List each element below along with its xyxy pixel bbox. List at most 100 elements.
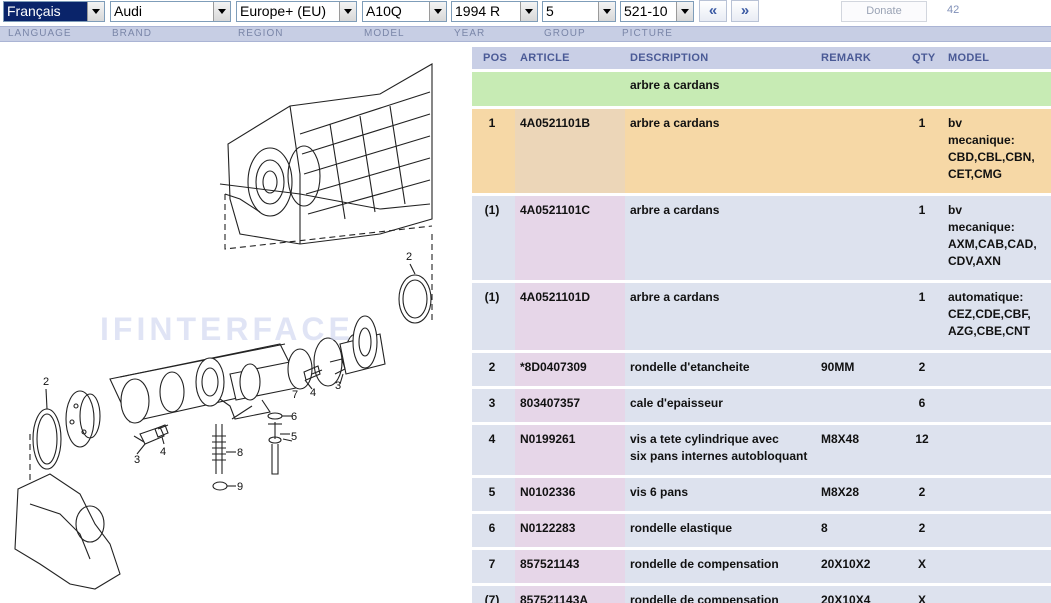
table-row[interactable]: 3 803407357 cale d'epaisseur 6 [472, 389, 1051, 422]
cell-qty: 2 [918, 360, 926, 374]
cell-model-line2: CEZ,CDE,CBF, [948, 307, 1031, 321]
cell-article[interactable]: 857521143 [520, 556, 579, 573]
cell-qty: 1 [918, 116, 926, 130]
callout-2-right: 2 [406, 251, 412, 263]
cell-qty: X [917, 557, 926, 571]
chevron-down-icon[interactable] [339, 2, 356, 21]
cell-qty: 6 [918, 396, 926, 410]
year-select[interactable]: 1994 R [451, 1, 538, 22]
cell-model-line2: mecanique: [948, 133, 1015, 147]
table-row[interactable]: (1) 4A0521101D arbre a cardans 1 automat… [472, 283, 1051, 350]
cell-pos: (1) [484, 290, 500, 304]
cell-description: rondelle de compensation [630, 557, 779, 571]
cell-description: arbre a cardans [630, 290, 720, 304]
cell-model-line1: automatique: [948, 290, 1024, 304]
cell-article[interactable]: N0199261 [520, 431, 575, 448]
table-row[interactable]: (7) 857521143A rondelle de compensation … [472, 586, 1051, 603]
next-picture-button[interactable]: » [731, 0, 759, 22]
year-value: 1994 R [455, 3, 501, 19]
label-model: MODEL [364, 28, 405, 39]
chevron-down-icon[interactable] [520, 2, 537, 21]
cell-description: vis 6 pans [630, 485, 689, 499]
table-row[interactable]: 5 N0102336 vis 6 pans M8X28 2 [472, 478, 1051, 511]
chevron-down-icon[interactable] [213, 2, 230, 21]
callout-6: 6 [291, 411, 297, 423]
parts-table: POS ARTICLE DESCRIPTION REMARK QTY MODEL… [472, 47, 1051, 603]
cell-remark: M8X48 [821, 432, 860, 446]
callout-4-left: 4 [160, 446, 166, 458]
model-select[interactable]: A10Q [362, 1, 447, 22]
toolbar: Français Audi Europe+ (EU) A10Q 1994 R 5… [0, 0, 1051, 26]
cell-description: cale d'epaisseur [630, 396, 723, 410]
header-remark: REMARK [821, 52, 872, 64]
cell-remark: 90MM [821, 360, 855, 374]
language-select[interactable]: Français [3, 1, 105, 22]
watermark-text: IFINTERFACE [100, 311, 354, 347]
group-row: arbre a cardans [472, 72, 1051, 106]
donate-button[interactable]: Donate [841, 1, 927, 22]
callout-2-left: 2 [43, 376, 49, 388]
cell-pos: 6 [488, 521, 496, 535]
cell-model-line3: CBD,CBL,CBN, [948, 150, 1035, 164]
callout-3-left: 3 [134, 454, 140, 466]
picture-select[interactable]: 521-10 [620, 1, 694, 22]
label-region: REGION [238, 28, 284, 39]
cell-qty: 12 [915, 432, 929, 446]
group-select[interactable]: 5 [542, 1, 616, 22]
header-article: ARTICLE [520, 52, 570, 64]
chevron-down-icon[interactable] [676, 2, 693, 21]
cell-qty: 1 [918, 203, 926, 217]
cell-qty: 2 [918, 521, 926, 535]
region-select[interactable]: Europe+ (EU) [236, 1, 357, 22]
cell-pos: 3 [488, 396, 496, 410]
table-row[interactable]: 4 N0199261 vis a tete cylindrique avec s… [472, 425, 1051, 475]
cell-pos: 2 [488, 360, 496, 374]
cell-model-line4: CET,CMG [948, 167, 1002, 181]
cell-remark: M8X28 [821, 485, 860, 499]
brand-select[interactable]: Audi [110, 1, 231, 22]
cell-article[interactable]: 4A0521101D [520, 289, 590, 306]
cell-model-line1: bv [948, 116, 963, 130]
cell-pos: 5 [488, 485, 496, 499]
cell-qty: 1 [918, 290, 926, 304]
cell-qty: 2 [918, 485, 926, 499]
brand-value: Audi [114, 3, 143, 19]
table-row[interactable]: 2 *8D0407309 rondelle d'etancheite 90MM … [472, 353, 1051, 386]
cell-pos: 4 [488, 432, 496, 446]
callout-7: 7 [292, 389, 298, 401]
table-row[interactable]: (1) 4A0521101C arbre a cardans 1 bv meca… [472, 196, 1051, 280]
table-header: POS ARTICLE DESCRIPTION REMARK QTY MODEL [472, 47, 1051, 69]
cell-description: rondelle elastique [630, 521, 733, 535]
label-language: LANGUAGE [8, 28, 72, 39]
callout-5: 5 [291, 431, 297, 443]
label-brand: BRAND [112, 28, 153, 39]
cell-pos: (7) [484, 593, 500, 603]
table-row[interactable]: 1 4A0521101B arbre a cardans 1 bv mecani… [472, 109, 1051, 193]
label-group: GROUP [544, 28, 586, 39]
page: { "toolbar": { "language": "Français", "… [0, 0, 1051, 603]
previous-picture-button[interactable]: « [699, 0, 727, 22]
header-qty: QTY [912, 52, 936, 64]
cell-article[interactable]: *8D0407309 [520, 359, 587, 376]
picture-value: 521-10 [624, 3, 668, 19]
cell-description: rondelle d'etancheite [630, 360, 750, 374]
header-description: DESCRIPTION [630, 52, 709, 64]
chevron-down-icon[interactable] [429, 2, 446, 21]
cell-article[interactable]: N0102336 [520, 484, 575, 501]
cell-article[interactable]: 803407357 [520, 395, 580, 412]
parts-diagram[interactable]: IFINTERFACE 2 2 3 3 4 4 5 6 7 8 9 [0, 44, 468, 603]
table-row[interactable]: 6 N0122283 rondelle elastique 8 2 [472, 514, 1051, 547]
cell-article[interactable]: 4A0521101B [520, 115, 590, 132]
visitor-counter: 42 [947, 4, 960, 16]
cell-model-line3: AXM,CAB,CAD, [948, 237, 1037, 251]
cell-remark: 20X10X2 [821, 557, 871, 571]
cell-pos: (1) [484, 203, 500, 217]
cell-model-line4: CDV,AXN [948, 254, 1001, 268]
cell-article[interactable]: 4A0521101C [520, 202, 590, 219]
table-row[interactable]: 7 857521143 rondelle de compensation 20X… [472, 550, 1051, 583]
cell-pos: 7 [488, 557, 496, 571]
chevron-down-icon[interactable] [598, 2, 615, 21]
cell-article[interactable]: N0122283 [520, 520, 575, 537]
chevron-down-icon[interactable] [87, 2, 104, 21]
cell-article[interactable]: 857521143A [520, 592, 588, 603]
